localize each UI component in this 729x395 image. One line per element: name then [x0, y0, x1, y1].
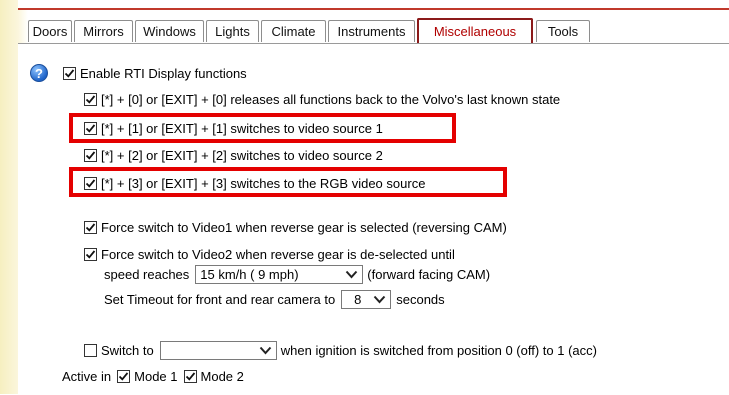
check-icon	[85, 151, 96, 160]
window-top-border	[18, 0, 729, 10]
tab-mirrors[interactable]: Mirrors	[74, 20, 133, 42]
tab-miscellaneous[interactable]: Miscellaneous	[417, 18, 533, 44]
rti-option-0-checkbox[interactable]	[84, 93, 97, 106]
ignition-switch-select[interactable]	[159, 341, 277, 360]
timeout-select[interactable]: 8	[341, 290, 392, 309]
force-video2-checkbox[interactable]	[84, 248, 97, 261]
tab-tools[interactable]: Tools	[536, 20, 590, 42]
speed-suffix-label: (forward facing CAM)	[367, 267, 491, 282]
speed-prefix-label: speed reaches	[104, 267, 190, 282]
rti-option-2-checkbox[interactable]	[84, 149, 97, 162]
rti-option-2-row: [*] + [2] or [EXIT] + [2] switches to vi…	[84, 148, 383, 163]
enable-rti-label: Enable RTI Display functions	[80, 66, 247, 81]
ignition-suffix-label: when ignition is switched from position …	[280, 343, 597, 358]
mode1-checkbox[interactable]	[117, 370, 131, 383]
ignition-switch-checkbox[interactable]	[84, 344, 97, 357]
force-video1-row: Force switch to Video1 when reverse gear…	[84, 220, 507, 235]
ignition-switch-row: Switch to when ignition is switched from…	[84, 341, 597, 360]
active-in-label: Active in	[62, 369, 112, 384]
ignition-switch-label: Switch to	[101, 343, 154, 358]
timeout-suffix-label: seconds	[396, 292, 445, 307]
force-video2-row: Force switch to Video2 when reverse gear…	[84, 247, 455, 262]
highlight-box-video-source-1	[69, 113, 456, 143]
force-video1-label: Force switch to Video1 when reverse gear…	[101, 220, 507, 235]
highlight-box-rgb-source	[69, 167, 507, 197]
speed-select-value: 15 km/h ( 9 mph)	[200, 267, 299, 282]
timeout-select-value: 8	[354, 292, 362, 307]
mode2-checkbox[interactable]	[183, 370, 197, 383]
timeout-row: Set Timeout for front and rear camera to…	[104, 290, 445, 309]
tab-windows[interactable]: Windows	[135, 20, 204, 42]
rti-option-0-row: [*] + [0] or [EXIT] + [0] releases all f…	[84, 92, 560, 107]
check-icon	[85, 250, 96, 259]
force-video2-label: Force switch to Video2 when reverse gear…	[101, 247, 455, 262]
mode2-label: Mode 2	[200, 369, 244, 384]
mode1-label: Mode 1	[134, 369, 178, 384]
chevron-down-icon	[373, 295, 386, 304]
check-icon	[119, 372, 129, 381]
rti-option-0-label: [*] + [0] or [EXIT] + [0] releases all f…	[101, 92, 561, 107]
force-video1-checkbox[interactable]	[84, 221, 97, 234]
speed-row: speed reaches 15 km/h ( 9 mph) (forward …	[104, 265, 490, 284]
enable-rti-row: Enable RTI Display functions	[63, 66, 247, 81]
check-icon	[85, 95, 96, 104]
rti-option-2-label: [*] + [2] or [EXIT] + [2] switches to vi…	[101, 148, 383, 163]
enable-rti-checkbox[interactable]	[63, 67, 76, 80]
chevron-down-icon	[259, 346, 271, 355]
tab-doors[interactable]: Doors	[28, 20, 72, 42]
check-icon	[85, 223, 96, 232]
chevron-down-icon	[346, 270, 358, 279]
timeout-prefix-label: Set Timeout for front and rear camera to	[104, 292, 336, 307]
help-icon[interactable]: ?	[30, 64, 48, 82]
tab-climate[interactable]: Climate	[261, 20, 326, 42]
speed-select[interactable]: 15 km/h ( 9 mph)	[195, 265, 364, 284]
check-icon	[185, 372, 195, 381]
check-icon	[64, 69, 75, 78]
tab-lights[interactable]: Lights	[206, 20, 259, 42]
active-in-row: Active in Mode 1 Mode 2	[62, 369, 244, 384]
tab-instruments[interactable]: Instruments	[328, 20, 415, 42]
